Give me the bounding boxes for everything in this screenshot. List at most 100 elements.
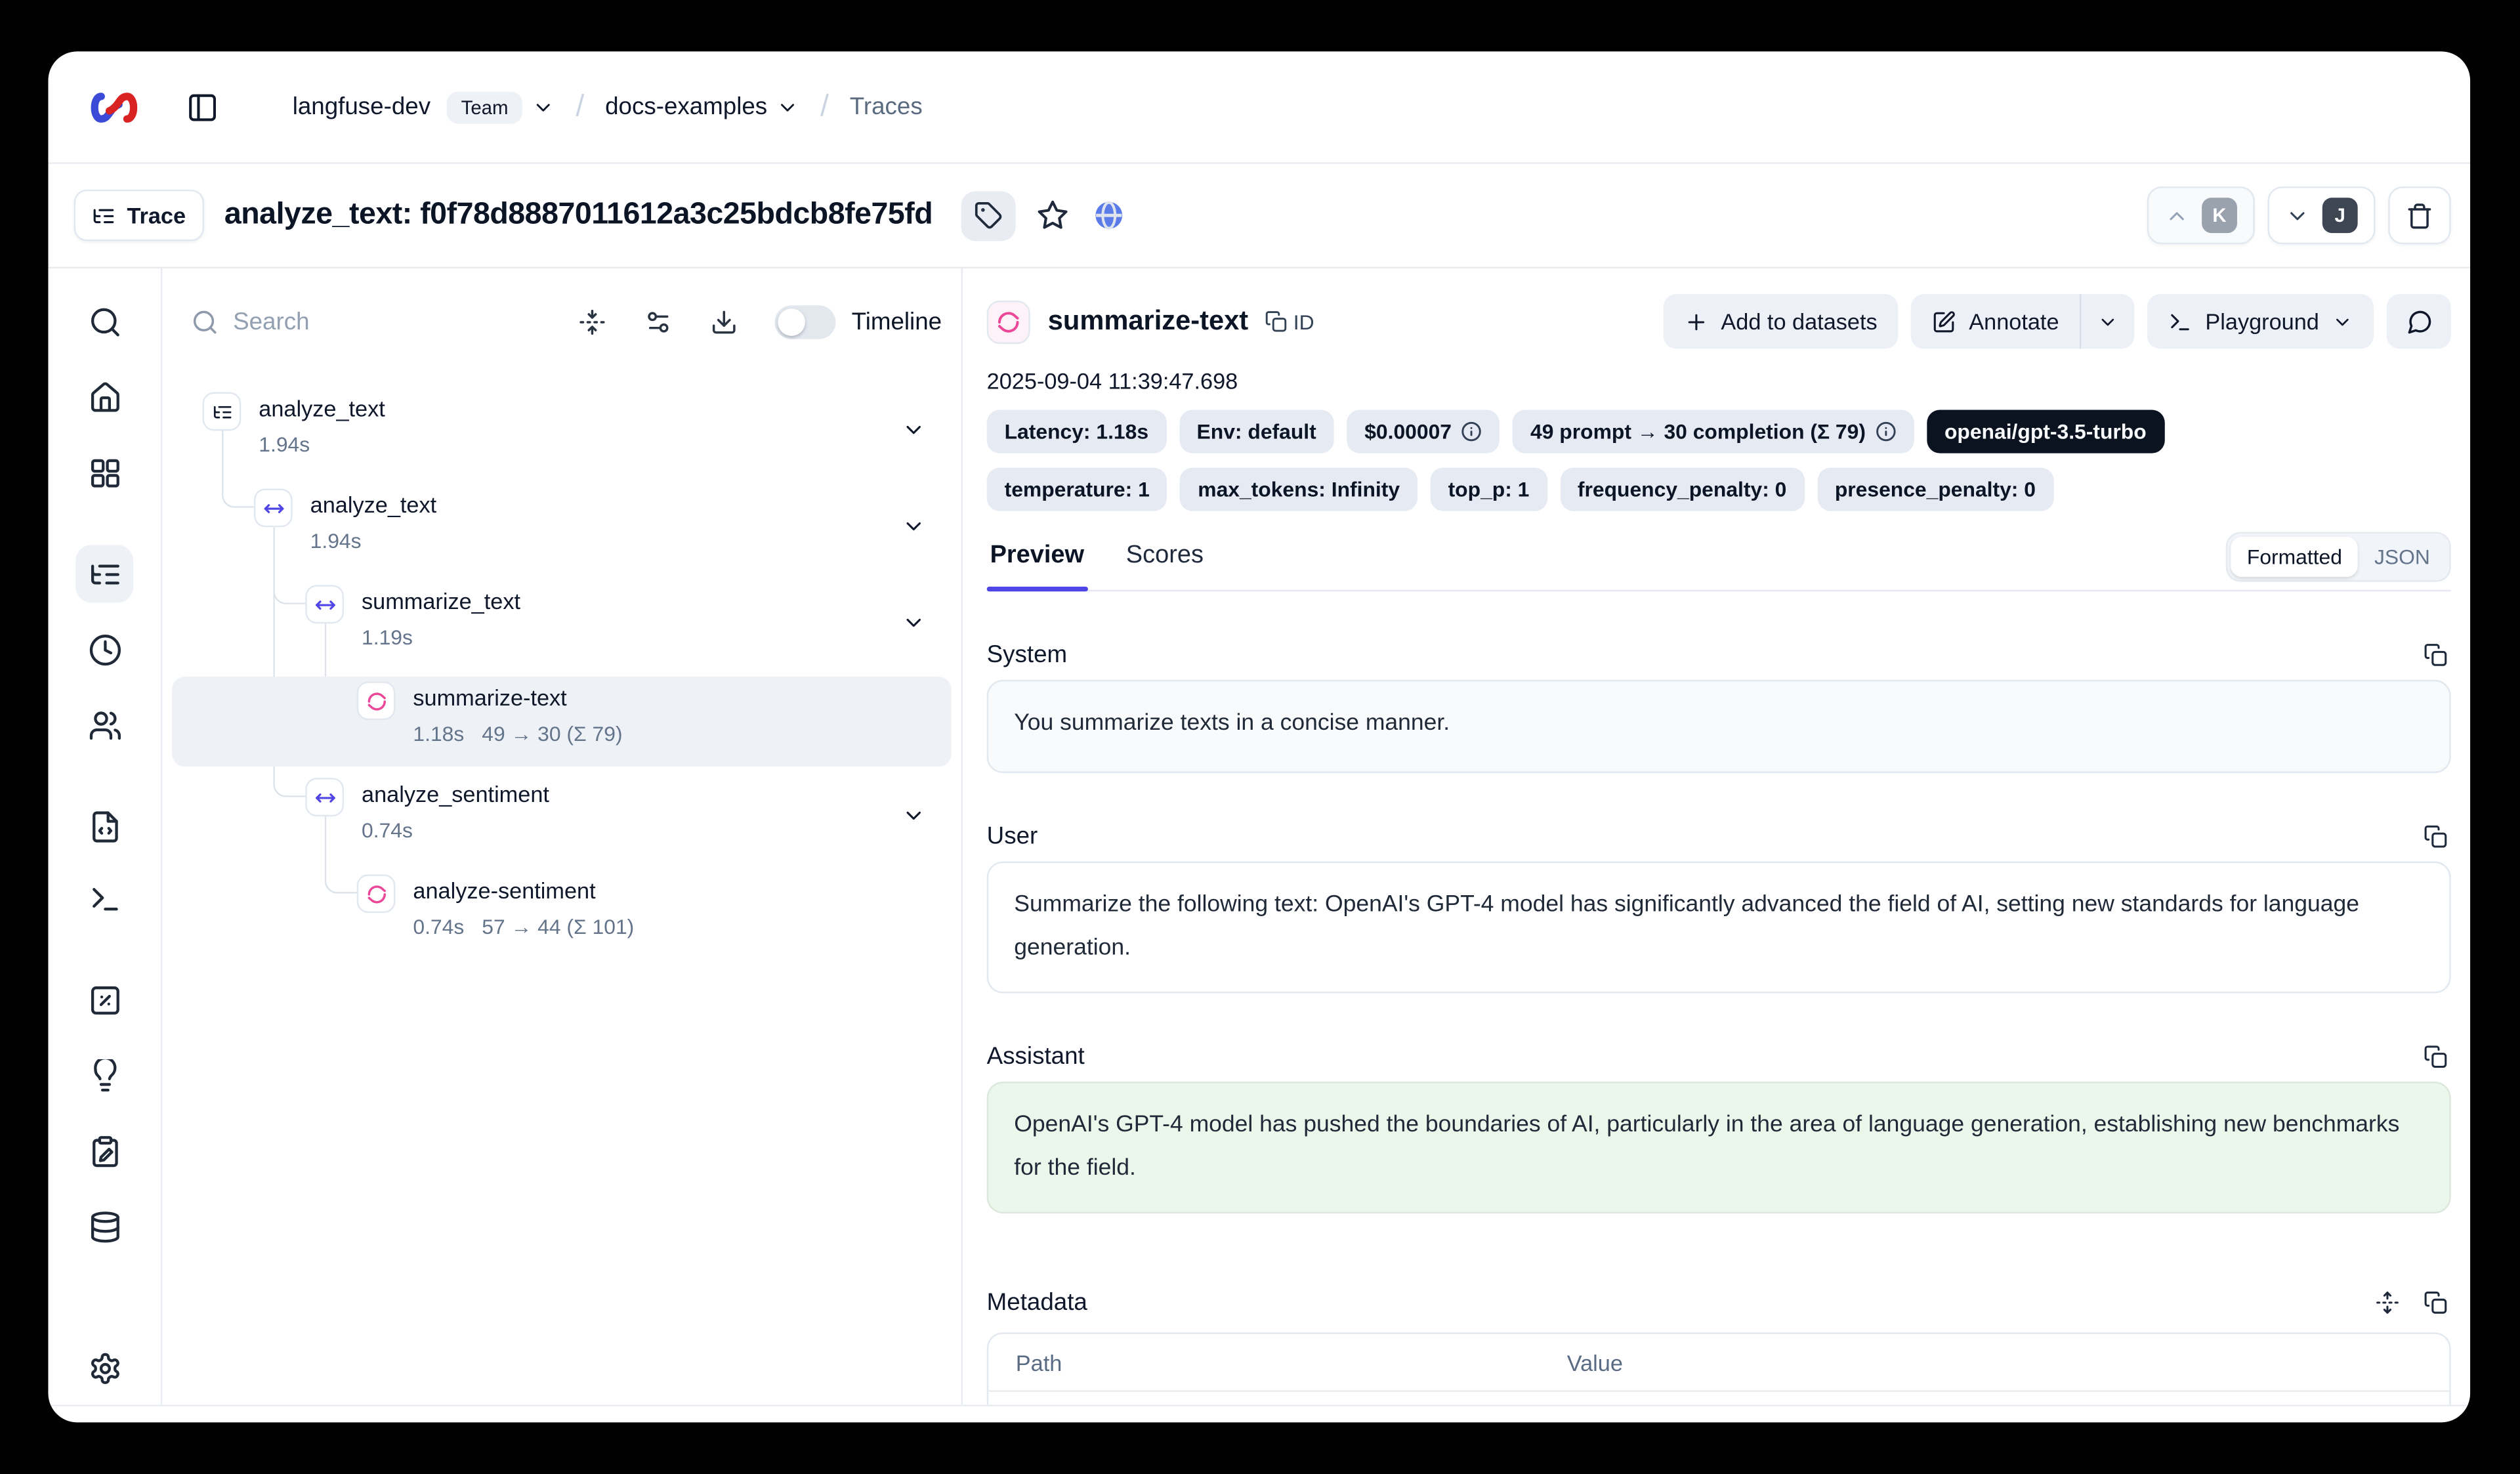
- tree-row[interactable]: summarize-text 1.18s 49 → 30 (Σ 79): [172, 677, 952, 767]
- tree-row[interactable]: analyze_text 1.94s: [172, 484, 952, 574]
- tree-row-duration: 1.19s: [362, 622, 413, 653]
- download-button[interactable]: [707, 304, 742, 339]
- copy-message-button[interactable]: [2419, 1040, 2451, 1072]
- tree-settings-button[interactable]: [641, 304, 677, 339]
- globe-icon: [1093, 200, 1125, 232]
- breadcrumb-environment[interactable]: docs-examples: [605, 93, 767, 121]
- trace-tree-panel: Timeline: [162, 268, 963, 1404]
- info-icon[interactable]: [1461, 421, 1482, 442]
- tab[interactable]: Scores: [1123, 541, 1207, 589]
- sidebar-item-datasets[interactable]: [85, 1207, 124, 1246]
- sidebar-item-scores[interactable]: [85, 980, 124, 1019]
- model-param-badge: frequency_penalty: 0: [1560, 468, 1804, 511]
- fold-vertical-icon: [579, 308, 607, 335]
- trash-icon: [2406, 201, 2433, 229]
- tree-row-metrics: 49 → 30 (Σ 79): [482, 719, 622, 749]
- tree-row-label: summarize_text: [362, 585, 520, 618]
- chevron-down-icon[interactable]: [902, 418, 926, 442]
- metadata-table: Path Value: [987, 1332, 2451, 1404]
- observation-type-icon: [305, 778, 344, 816]
- detail-tabs: Preview Scores Formatted JSON: [987, 527, 2451, 591]
- observation-type-icon: [357, 681, 396, 720]
- previous-trace-button[interactable]: K: [2147, 186, 2255, 244]
- gear-icon: [87, 1351, 121, 1384]
- sidebar-item-settings[interactable]: [85, 1349, 124, 1387]
- copy-message-button[interactable]: [2419, 638, 2451, 670]
- annotate-dropdown-button[interactable]: [2080, 294, 2134, 348]
- chevron-down-icon[interactable]: [902, 803, 926, 828]
- delete-trace-button[interactable]: [2388, 186, 2451, 244]
- collapse-all-button[interactable]: [575, 304, 610, 339]
- generation-icon: [996, 309, 1020, 333]
- comments-button[interactable]: [2387, 294, 2451, 348]
- publish-button[interactable]: [1090, 196, 1129, 235]
- tags-button[interactable]: [961, 190, 1016, 240]
- bookmark-star-button[interactable]: [1034, 196, 1073, 235]
- shortcut-key-k: K: [2202, 198, 2237, 233]
- sidebar-toggle-button[interactable]: [186, 86, 228, 128]
- playground-button[interactable]: Playground: [2147, 294, 2374, 348]
- copy-icon: [1265, 310, 1287, 333]
- observation-type-icon: [305, 585, 344, 623]
- tab[interactable]: Preview: [987, 541, 1087, 589]
- info-icon[interactable]: [1876, 421, 1897, 442]
- chevron-down-icon[interactable]: [902, 515, 926, 539]
- span-arrows-icon: [314, 787, 335, 808]
- chevron-down-icon: [2097, 311, 2118, 332]
- sidebar-rail: [48, 268, 162, 1404]
- copy-id-button[interactable]: ID: [1265, 309, 1314, 333]
- tree-search[interactable]: [191, 308, 544, 335]
- metadata-column-path: Path: [988, 1349, 1567, 1375]
- copy-message-button[interactable]: [2419, 820, 2451, 852]
- message-bubble-icon: [2405, 308, 2433, 335]
- chevron-down-icon: [2332, 311, 2353, 332]
- add-to-datasets-button[interactable]: Add to datasets: [1663, 294, 1898, 348]
- sidebar-item-prompts[interactable]: [85, 807, 124, 845]
- chevron-down-icon[interactable]: [532, 96, 555, 118]
- tree-search-input[interactable]: [233, 308, 410, 335]
- observation-actions: Add to datasets Annotate: [1650, 294, 2451, 348]
- tree-row[interactable]: analyze_text 1.94s: [172, 387, 952, 477]
- unfold-vertical-icon: [2374, 1290, 2399, 1314]
- tree-row-metrics: 57 → 44 (Σ 101): [482, 912, 634, 942]
- tree-row[interactable]: analyze_sentiment 0.74s: [172, 773, 952, 863]
- list-tree-icon: [92, 203, 116, 228]
- timeline-toggle[interactable]: [774, 305, 835, 338]
- message-role-label: User: [987, 822, 1038, 850]
- generation-icon: [366, 883, 387, 904]
- annotate-button[interactable]: Annotate: [1911, 294, 2080, 348]
- copy-metadata-button[interactable]: [2419, 1286, 2451, 1318]
- next-trace-button[interactable]: J: [2268, 186, 2376, 244]
- list-tree-icon: [211, 401, 232, 422]
- breadcrumb-separator: /: [820, 89, 829, 125]
- chevron-down-icon[interactable]: [902, 611, 926, 635]
- observation-type-icon: [357, 874, 396, 913]
- sidebar-item-users[interactable]: [85, 705, 124, 744]
- info-badge: $0.00007: [1347, 410, 1500, 453]
- sidebar-item-evaluators[interactable]: [85, 1056, 124, 1095]
- tree-row-duration: 0.74s: [362, 815, 413, 846]
- breadcrumb-page[interactable]: Traces: [850, 93, 923, 121]
- format-option[interactable]: JSON: [2358, 537, 2446, 577]
- sidebar-item-search[interactable]: [85, 302, 124, 341]
- terminal-icon: [2168, 309, 2193, 333]
- model-param-badge: temperature: 1: [987, 468, 1167, 511]
- sidebar-item-sessions[interactable]: [85, 630, 124, 669]
- breadcrumb-project[interactable]: langfuse-dev: [293, 93, 430, 121]
- app-window: langfuse-dev Team / docs-examples / Trac…: [48, 51, 2470, 1422]
- sidebar-item-home[interactable]: [85, 378, 124, 417]
- tree-row[interactable]: analyze-sentiment 0.74s 57 → 44 (Σ 101): [172, 870, 952, 959]
- expand-metadata-button[interactable]: [2370, 1286, 2403, 1318]
- sidebar-item-dashboards[interactable]: [85, 453, 124, 492]
- sidebar-item-playground[interactable]: [85, 879, 124, 918]
- tree-row-duration: 1.94s: [259, 429, 310, 460]
- generation-icon: [366, 690, 387, 711]
- sidebar-item-annotation[interactable]: [85, 1131, 124, 1170]
- download-icon: [711, 308, 738, 335]
- message-role-label: Assistant: [987, 1042, 1085, 1070]
- message-role-label: System: [987, 641, 1067, 668]
- chevron-down-icon[interactable]: [777, 96, 799, 118]
- format-option[interactable]: Formatted: [2231, 537, 2358, 577]
- sidebar-item-tracing[interactable]: [75, 545, 133, 602]
- tree-row[interactable]: summarize_text 1.19s: [172, 580, 952, 670]
